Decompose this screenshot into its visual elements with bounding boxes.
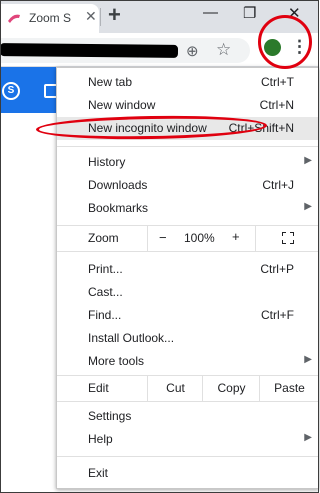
menu-item-label: Exit: [88, 466, 109, 480]
cut-button[interactable]: Cut: [147, 376, 203, 401]
menu-item-print[interactable]: Print... Ctrl+P: [57, 258, 318, 281]
menu-item-install-outlook[interactable]: Install Outlook...: [57, 327, 318, 350]
menu-item-bookmarks[interactable]: Bookmarks ▶: [57, 197, 318, 220]
zoom-level: 100%: [184, 231, 215, 245]
tab-divider: [100, 8, 101, 26]
menu-item-label: New tab: [88, 75, 133, 89]
menu-item-label: History: [88, 155, 126, 169]
zoom-in-button[interactable]: +: [232, 229, 240, 244]
menu-item-find[interactable]: Find... Ctrl+F: [57, 304, 318, 327]
edit-label: Edit: [88, 381, 109, 395]
menu-item-downloads[interactable]: Downloads Ctrl+J: [57, 174, 318, 197]
new-tab-button[interactable]: +: [108, 2, 121, 28]
browser-tab[interactable]: Zoom S ✕: [1, 4, 99, 33]
menu-item-label: More tools: [88, 354, 145, 368]
menu-item-help[interactable]: Help ▶: [57, 428, 318, 451]
menu-item-label: Find...: [88, 308, 122, 322]
submenu-arrow-icon: ▶: [304, 432, 312, 443]
fullscreen-icon[interactable]: [282, 232, 294, 244]
annotation-circle: [258, 15, 312, 69]
menu-item-new-window[interactable]: New window Ctrl+N: [57, 94, 318, 117]
bookmark-star-icon[interactable]: ☆: [216, 40, 231, 60]
menu-item-cast[interactable]: Cast...: [57, 281, 318, 304]
menu-item-settings[interactable]: Settings: [57, 405, 318, 428]
menu-item-shortcut: Ctrl+N: [259, 98, 294, 112]
menu-item-history[interactable]: History ▶: [57, 151, 318, 174]
tab-title: Zoom S: [29, 11, 72, 25]
copy-label: Copy: [217, 381, 246, 395]
zoom-row: Zoom − 100% +: [57, 225, 318, 252]
copy-button[interactable]: Copy: [202, 376, 260, 401]
restore-button[interactable]: ❐: [243, 4, 256, 22]
submenu-arrow-icon: ▶: [304, 201, 312, 212]
menu-item-shortcut: Ctrl+J: [262, 178, 294, 192]
menu-item-shortcut: Ctrl+P: [260, 262, 294, 276]
menu-item-label: Print...: [88, 262, 123, 276]
extension-icon[interactable]: ⊕: [186, 42, 199, 60]
submenu-arrow-icon: ▶: [304, 354, 312, 365]
menu-item-label: Install Outlook...: [88, 331, 175, 345]
menu-item-more-tools[interactable]: More tools ▶: [57, 350, 318, 373]
menu-divider: [57, 146, 318, 147]
menu-item-label: Settings: [88, 409, 132, 423]
menu-item-shortcut: Ctrl+F: [261, 308, 294, 322]
menu-item-label: Cast...: [88, 285, 123, 299]
menu-item-label: Help: [88, 432, 113, 446]
edit-row: Edit Cut Copy Paste: [57, 375, 318, 402]
menu-item-exit[interactable]: Exit: [57, 462, 318, 485]
menu-item-label: Downloads: [88, 178, 148, 192]
submenu-arrow-icon: ▶: [304, 155, 312, 166]
tab-close-icon[interactable]: ✕: [85, 8, 97, 25]
zoom-label: Zoom: [88, 231, 119, 245]
paste-label: Paste: [274, 381, 305, 395]
redaction-mark: [0, 43, 179, 58]
menu-item-shortcut: Ctrl+T: [261, 75, 294, 89]
cut-label: Cut: [166, 381, 185, 395]
minimize-button[interactable]: —: [203, 4, 218, 21]
zoom-favicon-icon: [8, 14, 20, 23]
menu-item-new-tab[interactable]: New tab Ctrl+T: [57, 71, 318, 94]
menu-item-label: Bookmarks: [88, 201, 149, 215]
menu-item-label: New window: [88, 98, 156, 112]
menu-divider: [57, 456, 318, 457]
address-bar[interactable]: ⊕ ☆: [0, 38, 250, 63]
paste-button[interactable]: Paste: [259, 376, 319, 401]
zoom-out-button[interactable]: −: [159, 230, 167, 245]
skype-icon[interactable]: S: [2, 82, 20, 100]
